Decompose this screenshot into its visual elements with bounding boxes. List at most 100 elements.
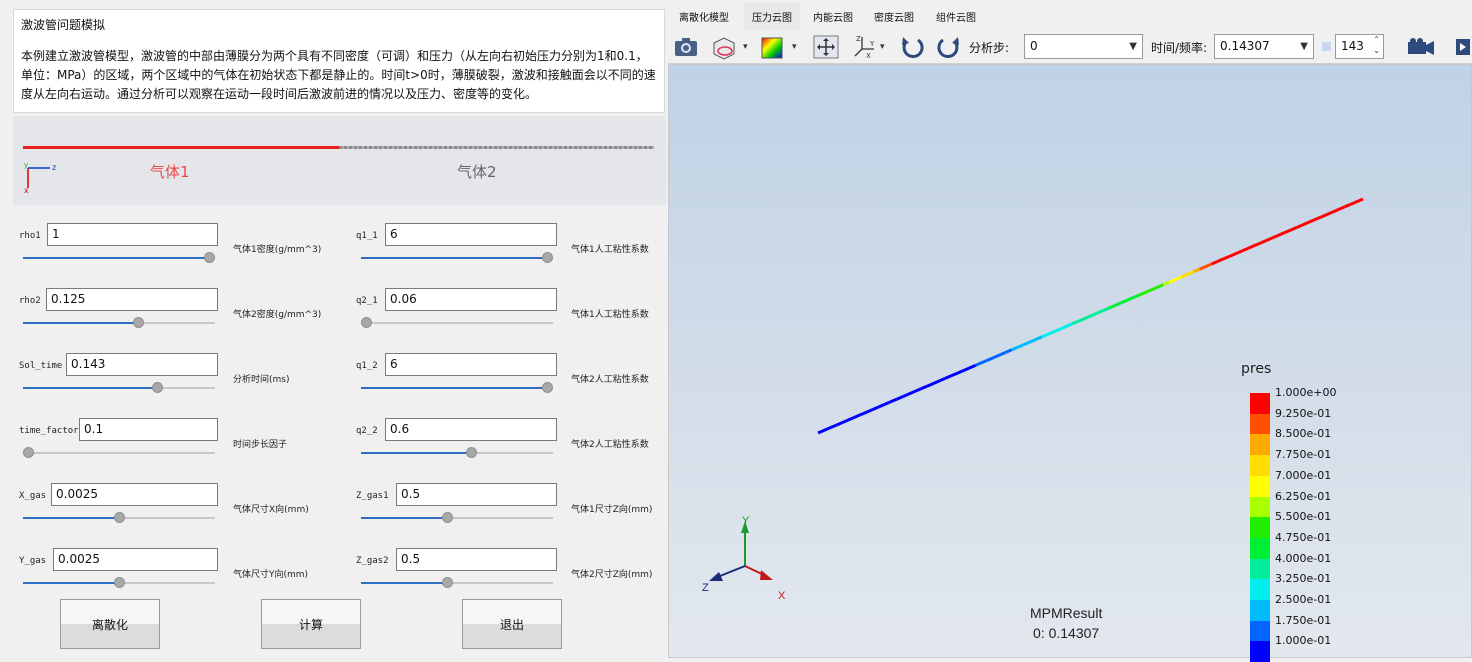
gas2-bar	[339, 146, 654, 149]
param-slider-rho2[interactable]	[23, 317, 215, 328]
tab-4[interactable]: 组件云图	[936, 9, 976, 24]
legend-color-2	[1250, 434, 1270, 456]
param-slider-z_gas1[interactable]	[361, 512, 553, 523]
legend-value-4: 7.000e-01	[1275, 468, 1332, 482]
tube-segment	[1041, 332, 1049, 339]
param-slider-z_gas2[interactable]	[361, 577, 553, 588]
slider-handle[interactable]	[114, 577, 125, 588]
param-input-q2_2[interactable]: 0.6	[385, 418, 557, 441]
param-input-q2_1[interactable]: 0.06	[385, 288, 557, 311]
param-caption-z_gas2: 气体2尺寸Z向(mm)	[571, 570, 653, 580]
param-label-rho1: rho1	[19, 231, 41, 241]
tube-segment	[980, 358, 989, 365]
exit-button[interactable]: 退出	[462, 599, 562, 649]
slider-handle[interactable]	[133, 317, 144, 328]
tab-0[interactable]: 离散化模型	[679, 9, 729, 24]
3d-viewport[interactable]: pres 1.000e+00 9.250e-01 8.500e-01 7.750e-0…	[668, 64, 1472, 662]
tube-segment	[932, 379, 940, 385]
tube-segment	[1120, 299, 1128, 305]
param-input-sol_time[interactable]: 0.143	[66, 353, 218, 376]
param-slider-x_gas[interactable]	[23, 512, 215, 523]
tube-segment	[986, 356, 995, 362]
contour-icon[interactable]	[758, 34, 786, 60]
time-label: 时间/频率:	[1151, 41, 1208, 55]
tube-segment	[1241, 247, 1249, 253]
video-record-icon[interactable]	[1405, 34, 1434, 60]
param-caption-sol_time: 分析时间(ms)	[233, 375, 290, 385]
param-label-x_gas: X_gas	[19, 491, 47, 501]
play-icon[interactable]	[1454, 34, 1472, 60]
tube-segment	[1065, 322, 1073, 328]
tube-segment	[1077, 317, 1086, 323]
tube-segment	[1011, 345, 1019, 352]
slider-handle[interactable]	[466, 447, 477, 458]
slider-handle[interactable]	[442, 512, 453, 523]
tube-segment	[1035, 335, 1043, 341]
tube-segment	[1017, 343, 1025, 349]
step-label: 分析步:	[969, 41, 1010, 55]
tube-segment	[1132, 293, 1140, 300]
tube-segment	[1156, 283, 1164, 289]
compute-button[interactable]: 计算	[261, 599, 361, 649]
param-label-q2_2: q2_2	[356, 426, 378, 436]
camera-icon[interactable]	[672, 34, 700, 60]
mesh-button[interactable]: 离散化	[60, 599, 160, 649]
tab-1[interactable]: 压力云图	[744, 3, 800, 30]
param-input-q1_1[interactable]: 6	[385, 223, 557, 246]
step-select[interactable]: 0 ▼	[1024, 34, 1143, 59]
param-input-rho2[interactable]: 0.125	[46, 288, 218, 311]
schematic-axis-icon: x z y	[24, 162, 56, 194]
param-slider-q2_2[interactable]	[361, 447, 553, 458]
display-mode-icon[interactable]	[710, 34, 738, 60]
param-input-z_gas1[interactable]: 0.5	[396, 483, 557, 506]
rotate-cw-icon[interactable]	[935, 34, 963, 60]
legend-color-12	[1250, 641, 1270, 662]
param-label-q2_1: q2_1	[356, 296, 378, 306]
slider-handle[interactable]	[152, 382, 163, 393]
param-slider-rho1[interactable]	[23, 252, 215, 263]
display-mode-dropdown-icon[interactable]: ▾	[743, 42, 748, 52]
frame-checkbox[interactable]	[1322, 42, 1331, 51]
param-slider-sol_time[interactable]	[23, 382, 215, 393]
slider-handle[interactable]	[442, 577, 453, 588]
rotate-ccw-icon[interactable]	[898, 34, 926, 60]
axis-orientation-icon[interactable]: ZYX	[850, 34, 878, 60]
slider-handle[interactable]	[361, 317, 372, 328]
slider-handle[interactable]	[542, 252, 553, 263]
param-input-y_gas[interactable]: 0.0025	[53, 548, 218, 571]
param-input-time_factor[interactable]: 0.1	[79, 418, 218, 441]
legend-color-1	[1250, 413, 1270, 435]
param-input-q1_2[interactable]: 6	[385, 353, 557, 376]
time-select[interactable]: 0.14307 ▼	[1214, 34, 1314, 59]
axis-dropdown-icon[interactable]: ▾	[880, 42, 885, 52]
tab-3[interactable]: 密度云图	[874, 9, 914, 24]
tube-segment	[1211, 260, 1219, 266]
tab-2[interactable]: 内能云图	[813, 9, 853, 24]
tube-segment	[1326, 210, 1334, 216]
svg-text:z: z	[52, 163, 56, 172]
fit-view-icon[interactable]	[812, 34, 840, 60]
param-input-z_gas2[interactable]: 0.5	[396, 548, 557, 571]
param-input-x_gas[interactable]: 0.0025	[51, 483, 218, 506]
param-input-rho1[interactable]: 1	[47, 223, 218, 246]
param-caption-time_factor: 时间步长因子	[233, 440, 288, 450]
slider-handle[interactable]	[23, 447, 34, 458]
tube-segment	[1247, 244, 1255, 250]
tube-segment	[1005, 348, 1013, 354]
gas1-bar	[23, 146, 339, 149]
param-slider-y_gas[interactable]	[23, 577, 215, 588]
param-slider-q1_2[interactable]	[361, 382, 553, 393]
step-value: 0	[1030, 39, 1038, 53]
slider-handle[interactable]	[114, 512, 125, 523]
contour-dropdown-icon[interactable]: ▾	[792, 42, 797, 52]
slider-handle[interactable]	[204, 252, 215, 263]
triad-y-label: Y	[742, 515, 750, 527]
spin-arrows-icon[interactable]: ⌃ ⌄	[1373, 34, 1380, 56]
tube-segment	[1277, 231, 1285, 237]
param-slider-q2_1[interactable]	[361, 317, 553, 328]
tube-segment	[1313, 215, 1322, 222]
param-slider-q1_1[interactable]	[361, 252, 553, 263]
frame-spinbox[interactable]: 143 ⌃ ⌄	[1335, 34, 1384, 59]
slider-handle[interactable]	[542, 382, 553, 393]
param-slider-time_factor[interactable]	[23, 447, 215, 458]
